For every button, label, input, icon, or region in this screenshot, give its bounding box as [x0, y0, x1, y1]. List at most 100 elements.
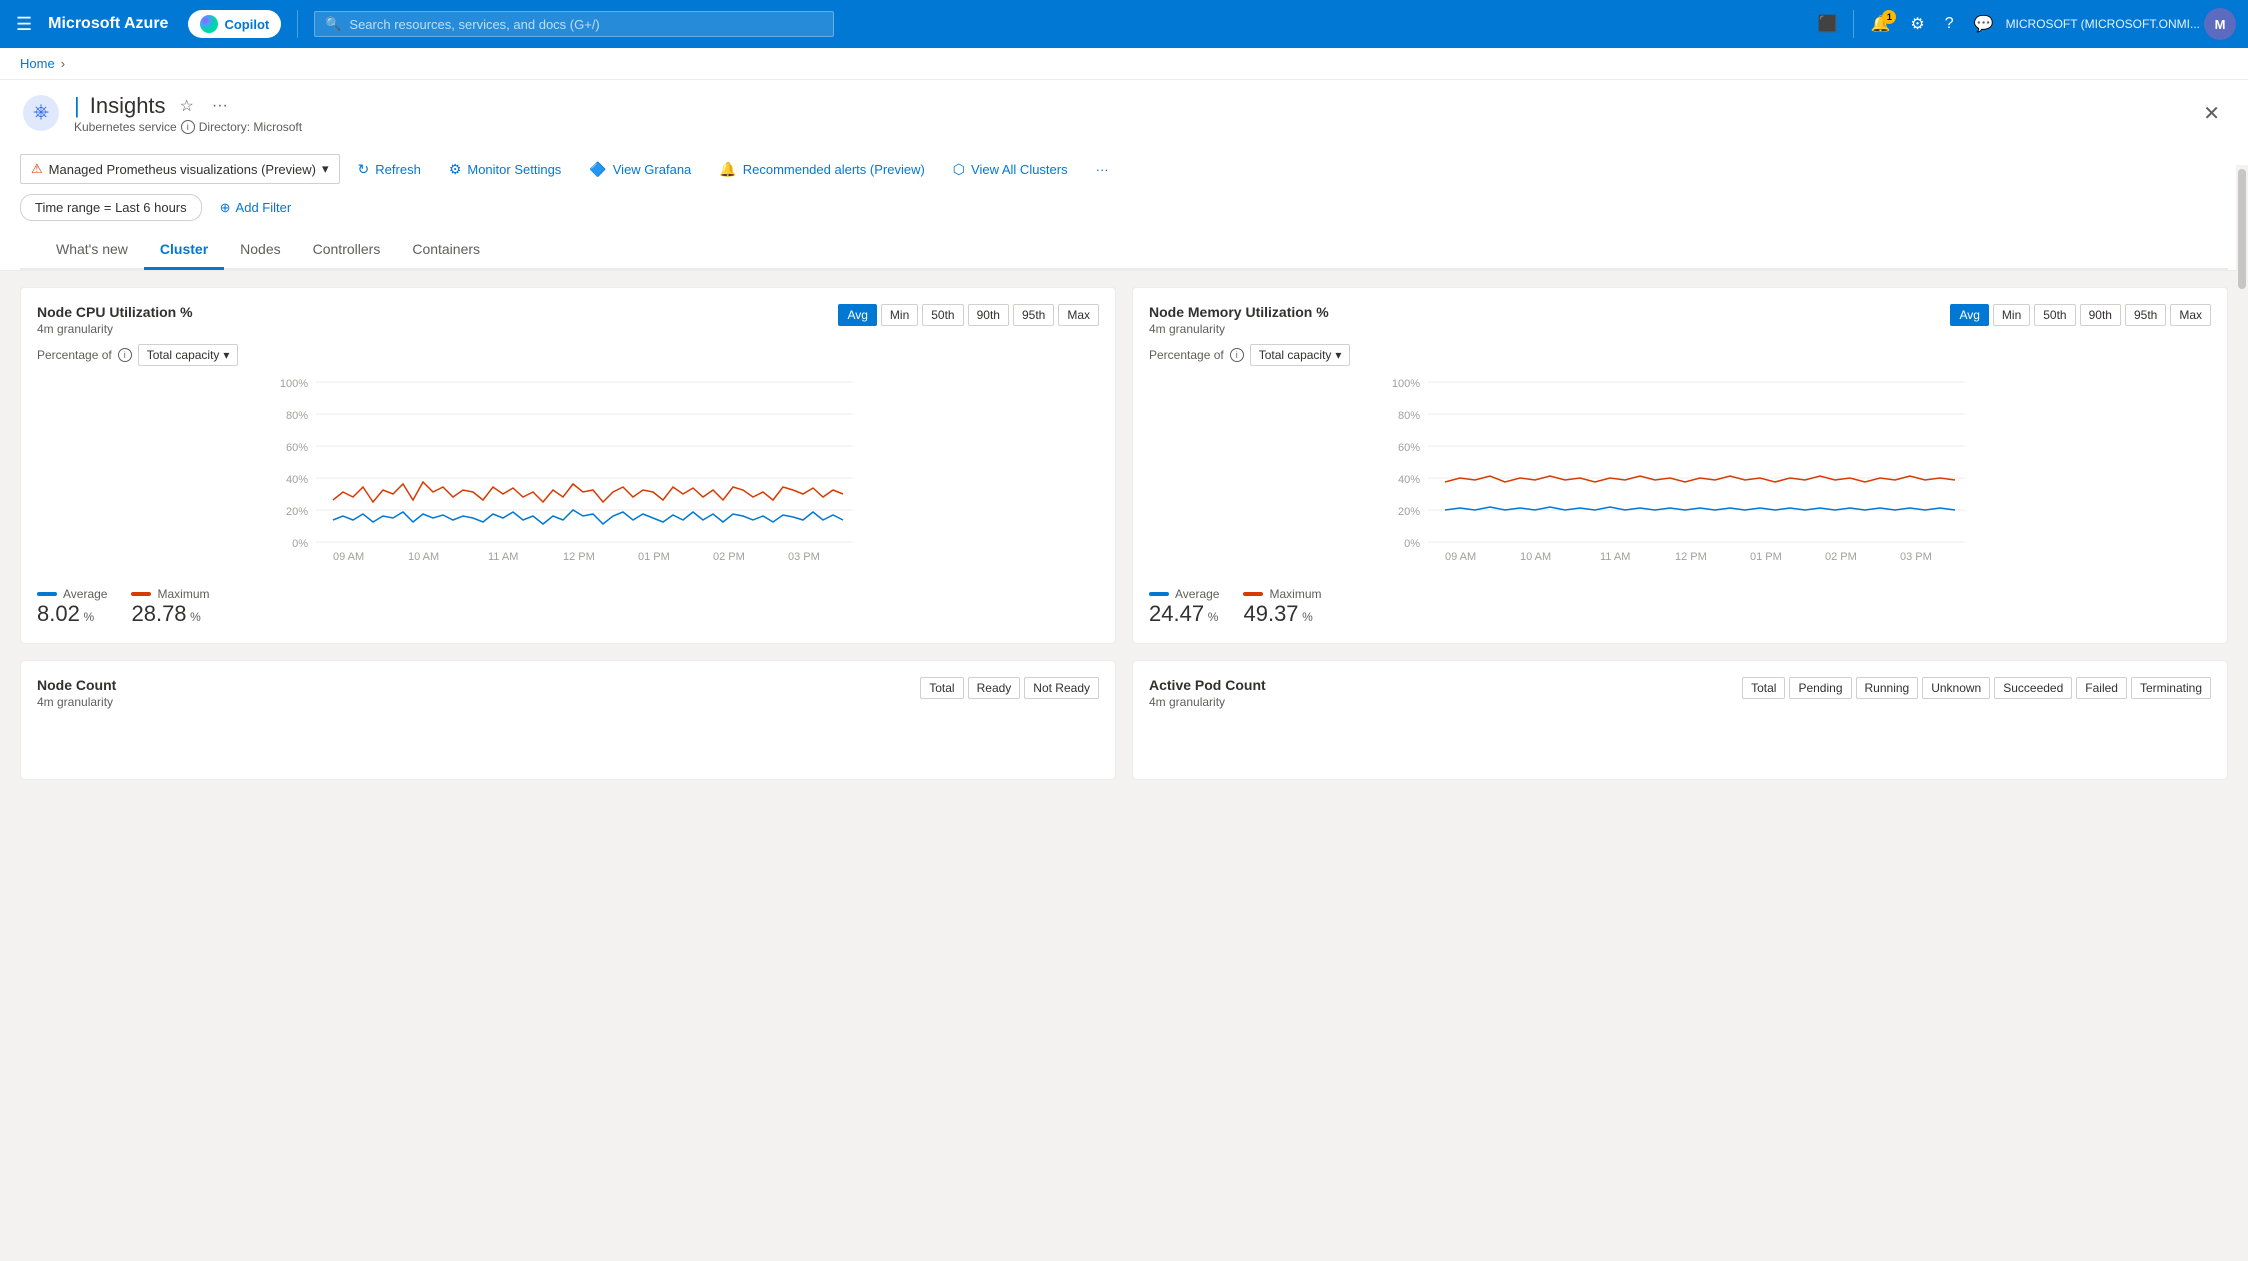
search-input[interactable] [349, 17, 823, 32]
help-button[interactable]: ? [1937, 9, 1962, 39]
user-avatar[interactable]: M [2204, 8, 2236, 40]
node-count-granularity: 4m granularity [37, 695, 116, 709]
node-count-not-ready[interactable]: Not Ready [1024, 677, 1099, 699]
org-text: MICROSOFT (MICROSOFT.ONMI... [2006, 17, 2200, 31]
refresh-button[interactable]: ↻ Refresh [348, 155, 431, 184]
svg-text:03 PM: 03 PM [1900, 551, 1932, 563]
active-pod-count-card: Active Pod Count 4m granularity Total Pe… [1132, 660, 2228, 780]
svg-text:60%: 60% [286, 442, 308, 454]
view-grafana-button[interactable]: 🔷 View Grafana [579, 155, 701, 184]
svg-text:11 AM: 11 AM [488, 551, 518, 563]
memory-chart-granularity: 4m granularity [1149, 322, 1329, 336]
pod-failed[interactable]: Failed [2076, 677, 2127, 699]
cpu-capacity-label: Total capacity [147, 348, 220, 362]
pod-unknown[interactable]: Unknown [1922, 677, 1990, 699]
monitor-settings-label: Monitor Settings [467, 162, 561, 177]
memory-stat-max[interactable]: Max [2170, 304, 2211, 326]
search-bar[interactable]: 🔍 [314, 11, 834, 37]
node-count-ready[interactable]: Ready [968, 677, 1021, 699]
cpu-dropdown-chevron: ▾ [223, 348, 229, 362]
pod-total[interactable]: Total [1742, 677, 1785, 699]
filter-icon: ⊕ [220, 200, 231, 216]
grafana-icon: 🔷 [589, 161, 606, 178]
tab-containers[interactable]: Containers [396, 231, 496, 270]
cpu-capacity-dropdown[interactable]: Total capacity ▾ [138, 344, 239, 366]
cpu-stat-50th[interactable]: 50th [922, 304, 963, 326]
pod-running[interactable]: Running [1856, 677, 1919, 699]
breadcrumb: Home › [0, 48, 2248, 80]
copilot-button[interactable]: Copilot [188, 10, 281, 38]
pod-terminating[interactable]: Terminating [2131, 677, 2211, 699]
memory-max-value: 49.37 [1243, 601, 1298, 626]
cpu-stat-90th[interactable]: 90th [968, 304, 1009, 326]
more-options-button[interactable]: ··· [208, 93, 232, 119]
memory-stat-90th[interactable]: 90th [2080, 304, 2121, 326]
node-count-buttons: Total Ready Not Ready [920, 677, 1099, 699]
svg-text:11 AM: 11 AM [1600, 551, 1630, 563]
cpu-info-icon[interactable]: i [118, 348, 132, 362]
breadcrumb-home[interactable]: Home [20, 56, 55, 71]
cpu-stat-95th[interactable]: 95th [1013, 304, 1054, 326]
tab-cluster[interactable]: Cluster [144, 231, 224, 270]
hamburger-menu[interactable]: ☰ [12, 10, 36, 39]
cpu-max-legend: Maximum 28.78 % [131, 587, 209, 627]
add-filter-button[interactable]: ⊕ Add Filter [212, 195, 300, 221]
view-all-clusters-button[interactable]: ⬡ View All Clusters [943, 155, 1078, 184]
time-range-label: Time range = Last 6 hours [35, 200, 187, 215]
alert-icon: 🔔 [719, 161, 736, 178]
memory-capacity-dropdown[interactable]: Total capacity ▾ [1250, 344, 1351, 366]
svg-text:100%: 100% [280, 378, 308, 390]
brand-name: Microsoft Azure [48, 15, 168, 33]
tab-nodes[interactable]: Nodes [224, 231, 296, 270]
svg-text:01 PM: 01 PM [638, 551, 670, 563]
pod-pending[interactable]: Pending [1789, 677, 1851, 699]
active-pod-granularity: 4m granularity [1149, 695, 1266, 709]
nav-divider [297, 10, 298, 38]
settings-icon: ⚙ [449, 161, 462, 178]
scrollbar-track[interactable] [2236, 165, 2248, 805]
svg-text:12 PM: 12 PM [563, 551, 595, 563]
cpu-max-value: 28.78 [131, 601, 186, 626]
cloud-shell-button[interactable]: ⬛ [1810, 8, 1846, 40]
subtitle-directory: Directory: Microsoft [199, 120, 302, 134]
scrollbar-thumb[interactable] [2238, 169, 2246, 289]
feedback-button[interactable]: 💬 [1966, 8, 2002, 40]
node-count-total[interactable]: Total [920, 677, 963, 699]
memory-info-icon[interactable]: i [1230, 348, 1244, 362]
node-count-card: Node Count 4m granularity Total Ready No… [20, 660, 1116, 780]
memory-chart-legend: Average 24.47 % Maximum 49.37 % [1149, 587, 2211, 627]
memory-stat-50th[interactable]: 50th [2034, 304, 2075, 326]
recommended-alerts-button[interactable]: 🔔 Recommended alerts (Preview) [709, 155, 935, 184]
kubernetes-icon: ⎈ [20, 94, 62, 132]
tab-controllers[interactable]: Controllers [297, 231, 397, 270]
tab-whats-new[interactable]: What's new [40, 231, 144, 270]
memory-stat-min[interactable]: Min [1993, 304, 2030, 326]
info-icon[interactable]: i [181, 120, 195, 134]
memory-avg-color-bar [1149, 592, 1169, 596]
page-title-text: Insights [90, 93, 166, 119]
notifications-button[interactable]: 🔔 1 [1862, 8, 1898, 40]
memory-stat-95th[interactable]: 95th [2125, 304, 2166, 326]
favorite-button[interactable]: ☆ [176, 92, 198, 120]
svg-text:01 PM: 01 PM [1750, 551, 1782, 563]
cpu-stat-max[interactable]: Max [1058, 304, 1099, 326]
memory-stat-buttons: Avg Min 50th 90th 95th Max [1950, 304, 2211, 326]
settings-button[interactable]: ⚙ [1902, 8, 1932, 40]
managed-prometheus-button[interactable]: ⚠ Managed Prometheus visualizations (Pre… [20, 154, 340, 184]
svg-text:03 PM: 03 PM [788, 551, 820, 563]
breadcrumb-chevron: › [61, 56, 65, 71]
toolbar-overflow-button[interactable]: ··· [1086, 156, 1119, 183]
monitor-settings-button[interactable]: ⚙ Monitor Settings [439, 155, 572, 184]
close-button[interactable]: ✕ [2195, 97, 2228, 130]
cpu-stat-avg[interactable]: Avg [838, 304, 876, 326]
top-nav: ☰ Microsoft Azure Copilot 🔍 ⬛ 🔔 1 ⚙ [0, 0, 2248, 48]
page-header: ⎈ | Insights ☆ ··· Kubernetes service i … [0, 80, 2248, 271]
time-range-button[interactable]: Time range = Last 6 hours [20, 194, 202, 221]
svg-text:12 PM: 12 PM [1675, 551, 1707, 563]
memory-percentage-label: Percentage of [1149, 348, 1224, 362]
cpu-stat-min[interactable]: Min [881, 304, 918, 326]
memory-avg-legend: Average 24.47 % [1149, 587, 1219, 627]
pod-succeeded[interactable]: Succeeded [1994, 677, 2072, 699]
memory-stat-avg[interactable]: Avg [1950, 304, 1988, 326]
nav-right: ⬛ 🔔 1 ⚙ ? 💬 MICROSOFT (MICROSOFT.ONMI...… [1810, 8, 2236, 40]
